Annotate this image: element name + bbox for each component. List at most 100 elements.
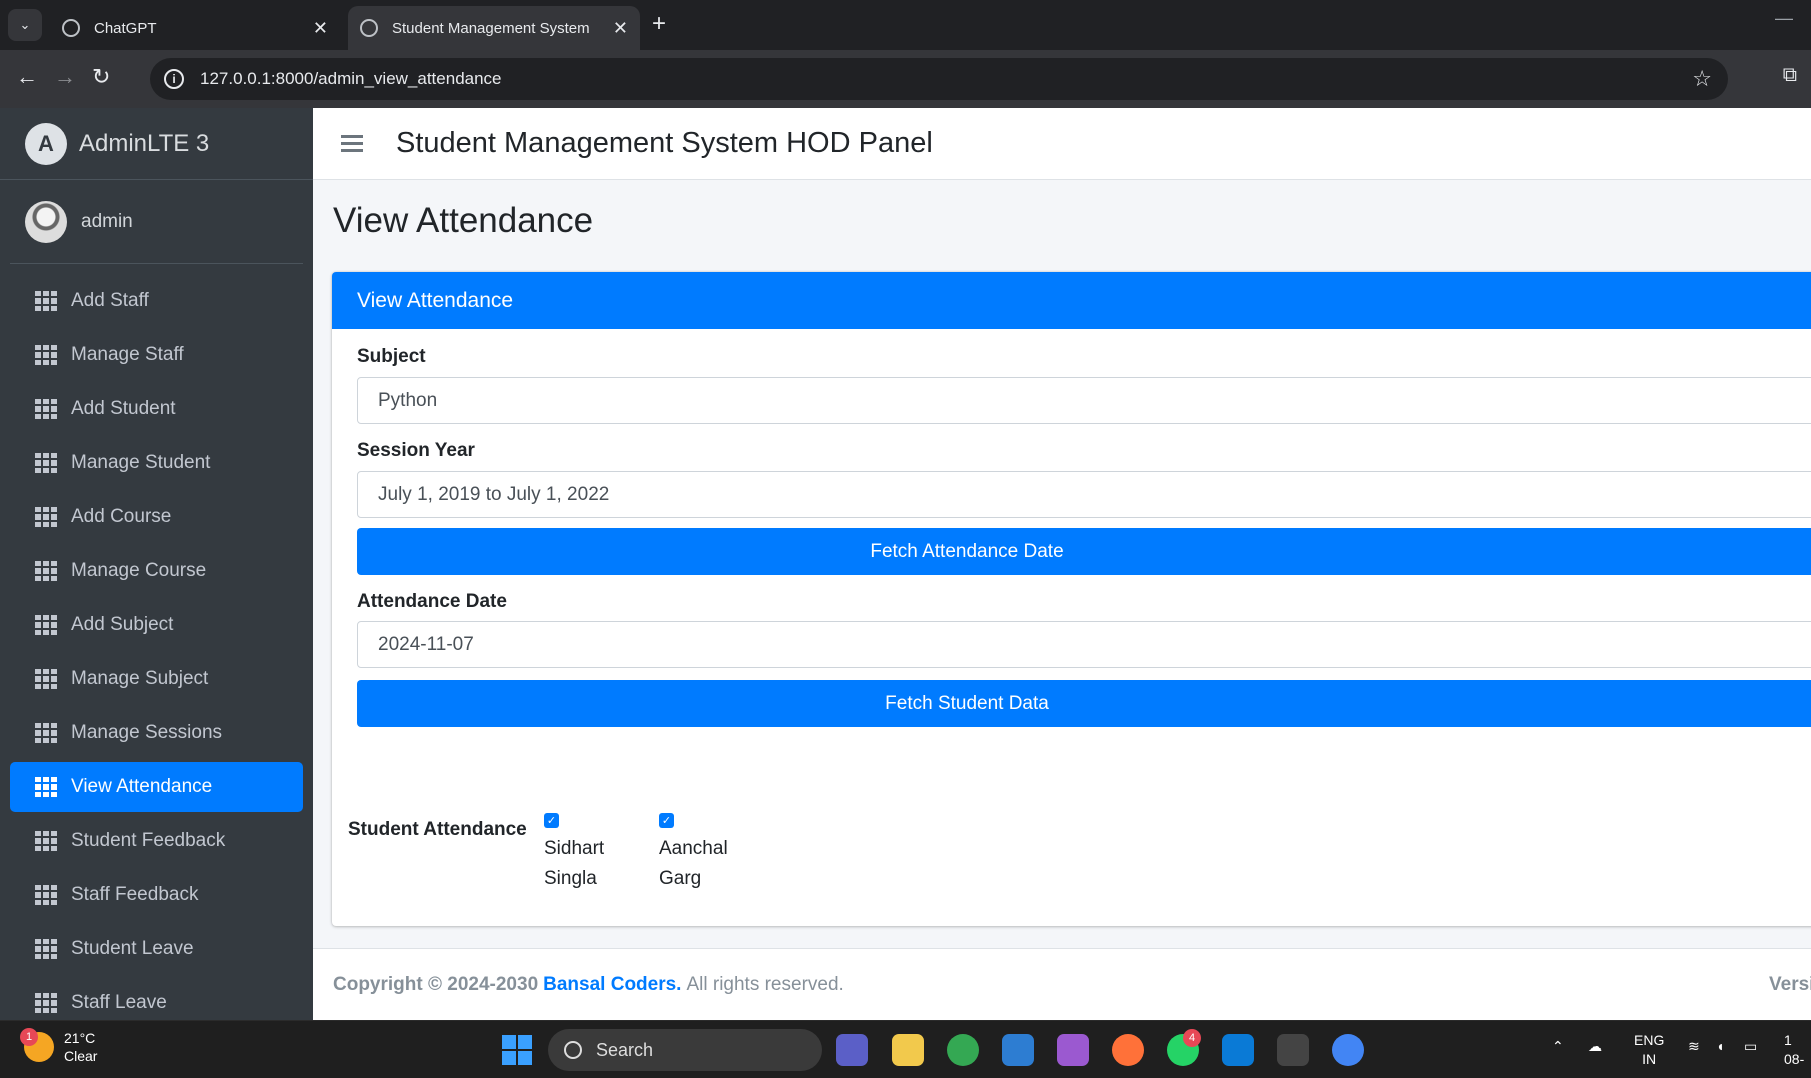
panel-title: Student Management System HOD Panel: [396, 127, 933, 159]
sidebar-item-add-course[interactable]: Add Course: [10, 492, 303, 542]
onedrive-cloud-icon[interactable]: ☁: [1588, 1037, 1602, 1056]
weather-widget[interactable]: 1 21°C Clear: [20, 1028, 98, 1065]
sidebar-item-manage-course[interactable]: Manage Course: [10, 546, 303, 596]
wifi-icon[interactable]: ≋: [1688, 1037, 1700, 1056]
th-grid-icon: [35, 345, 57, 365]
notification-badge: 1: [20, 1028, 38, 1046]
volume-icon[interactable]: ◖: [1716, 1037, 1724, 1056]
session-year-label: Session Year: [357, 440, 475, 461]
search-icon: [564, 1041, 582, 1059]
subject-value: Python: [378, 389, 438, 411]
sidebar-item-label: Manage Course: [71, 560, 207, 581]
th-grid-icon: [35, 777, 57, 797]
weather-condition: Clear: [64, 1048, 98, 1064]
chrome-profile-icon[interactable]: [1332, 1034, 1364, 1066]
taskbar-search[interactable]: Search: [548, 1029, 822, 1071]
tab-search-button[interactable]: ⌄: [8, 9, 42, 41]
sidebar-item-label: Student Leave: [71, 938, 194, 959]
sidebar-item-add-subject[interactable]: Add Subject: [10, 600, 303, 650]
sidebar-item-label: Add Course: [71, 506, 172, 527]
attendance-date-select[interactable]: 2024-11-07: [357, 621, 1811, 668]
sidebar-item-manage-staff[interactable]: Manage Staff: [10, 330, 303, 380]
attendance-date-label: Attendance Date: [357, 591, 507, 612]
globe-favicon-icon: [360, 19, 378, 37]
adminlte-logo-icon: A: [25, 122, 67, 165]
th-grid-icon: [35, 669, 57, 689]
rights-text: All rights reserved.: [686, 973, 844, 995]
tab-student-management[interactable]: Student Management System ✕: [348, 6, 640, 50]
subject-select[interactable]: Python: [357, 377, 1811, 424]
sidebar-item-add-student[interactable]: Add Student: [10, 384, 303, 434]
attendance-checkbox[interactable]: ✓: [659, 813, 674, 828]
sidebar-item-add-staff[interactable]: Add Staff: [10, 276, 303, 326]
attendance-checkbox[interactable]: ✓: [544, 813, 559, 828]
new-tab-button[interactable]: +: [652, 10, 666, 38]
teams-icon[interactable]: [836, 1034, 868, 1066]
sidebar-item-label: Manage Student: [71, 452, 211, 473]
sidebar-item-staff-feedback[interactable]: Staff Feedback: [10, 870, 303, 920]
firefox-icon[interactable]: [1112, 1034, 1144, 1066]
th-grid-icon: [35, 453, 57, 473]
sidebar-item-student-feedback[interactable]: Student Feedback: [10, 816, 303, 866]
terminal-icon[interactable]: [1277, 1034, 1309, 1066]
card-header: View Attendance: [332, 272, 1811, 329]
session-year-select[interactable]: July 1, 2019 to July 1, 2022: [357, 471, 1811, 518]
region-code: IN: [1642, 1051, 1657, 1067]
language-indicator[interactable]: ENG IN: [1634, 1031, 1664, 1069]
chevron-down-icon: ⌄: [19, 17, 31, 32]
minimize-icon[interactable]: —: [1775, 8, 1793, 29]
windows-taskbar: 1 21°C Clear Search 4 ⌃ ☁ ENG IN ≋ ◖ ▭ 1…: [0, 1020, 1811, 1078]
sidebar-item-manage-subject[interactable]: Manage Subject: [10, 654, 303, 704]
whatsapp-badge: 4: [1183, 1029, 1201, 1047]
bookmark-star-icon[interactable]: ☆: [1692, 66, 1712, 92]
sidebar-item-staff-leave[interactable]: Staff Leave: [10, 978, 303, 1020]
address-bar[interactable]: i 127.0.0.1:8000/admin_view_attendance ☆: [150, 58, 1728, 100]
attendance-card: View Attendance Subject Python Session Y…: [332, 272, 1811, 926]
sidebar-item-label: Student Feedback: [71, 830, 226, 851]
extensions-icon[interactable]: ⧉: [1783, 64, 1797, 87]
battery-icon[interactable]: ▭: [1744, 1037, 1757, 1056]
user-panel[interactable]: admin: [10, 180, 303, 264]
card-title: View Attendance: [357, 288, 514, 312]
chrome-icon[interactable]: [947, 1034, 979, 1066]
back-arrow-icon[interactable]: ←: [16, 64, 38, 90]
site-info-icon[interactable]: i: [164, 69, 184, 89]
browser-tab-bar: ⌄ ChatGPT ✕ Student Management System ✕ …: [0, 0, 1811, 50]
company-link[interactable]: Bansal Coders.: [543, 974, 681, 996]
tab-chatgpt[interactable]: ChatGPT ✕: [50, 6, 340, 50]
avatar: [25, 200, 67, 243]
fetch-student-data-button[interactable]: Fetch Student Data: [357, 680, 1811, 727]
th-grid-icon: [35, 939, 57, 959]
clock-date: 08-: [1784, 1051, 1805, 1067]
close-icon[interactable]: ✕: [313, 18, 328, 39]
sidebar-item-manage-student[interactable]: Manage Student: [10, 438, 303, 488]
sidebar-item-label: Manage Subject: [71, 668, 209, 689]
th-grid-icon: [35, 831, 57, 851]
close-icon[interactable]: ✕: [613, 18, 628, 39]
clock[interactable]: 1 08-: [1784, 1031, 1804, 1069]
th-grid-icon: [35, 291, 57, 311]
store-icon[interactable]: [1002, 1034, 1034, 1066]
reload-icon[interactable]: ↻: [92, 64, 110, 90]
th-grid-icon: [35, 723, 57, 743]
clock-time: 1: [1784, 1032, 1792, 1048]
windows-start-icon[interactable]: [502, 1035, 532, 1065]
fetch-attendance-date-button[interactable]: Fetch Attendance Date: [357, 528, 1811, 575]
file-explorer-icon[interactable]: [892, 1034, 924, 1066]
student-attendance-label: Student Attendance: [348, 819, 527, 840]
sidebar-item-label: Add Staff: [71, 290, 149, 311]
hamburger-menu-icon[interactable]: [341, 131, 363, 156]
forward-arrow-icon[interactable]: →: [54, 64, 76, 90]
language-code: ENG: [1634, 1032, 1665, 1048]
brand-link[interactable]: A AdminLTE 3: [0, 108, 313, 180]
vscode-icon[interactable]: [1222, 1034, 1254, 1066]
sidebar-item-manage-sessions[interactable]: Manage Sessions: [10, 708, 303, 758]
version-text: Versi: [1769, 973, 1811, 995]
student-last-name: Garg: [659, 868, 702, 889]
chevron-up-icon[interactable]: ⌃: [1552, 1037, 1564, 1056]
copilot-icon[interactable]: [1057, 1034, 1089, 1066]
tab-title: Student Management System: [392, 19, 590, 37]
url-text: 127.0.0.1:8000/admin_view_attendance: [200, 69, 502, 88]
sidebar-item-view-attendance[interactable]: View Attendance: [10, 762, 303, 812]
sidebar-item-student-leave[interactable]: Student Leave: [10, 924, 303, 974]
